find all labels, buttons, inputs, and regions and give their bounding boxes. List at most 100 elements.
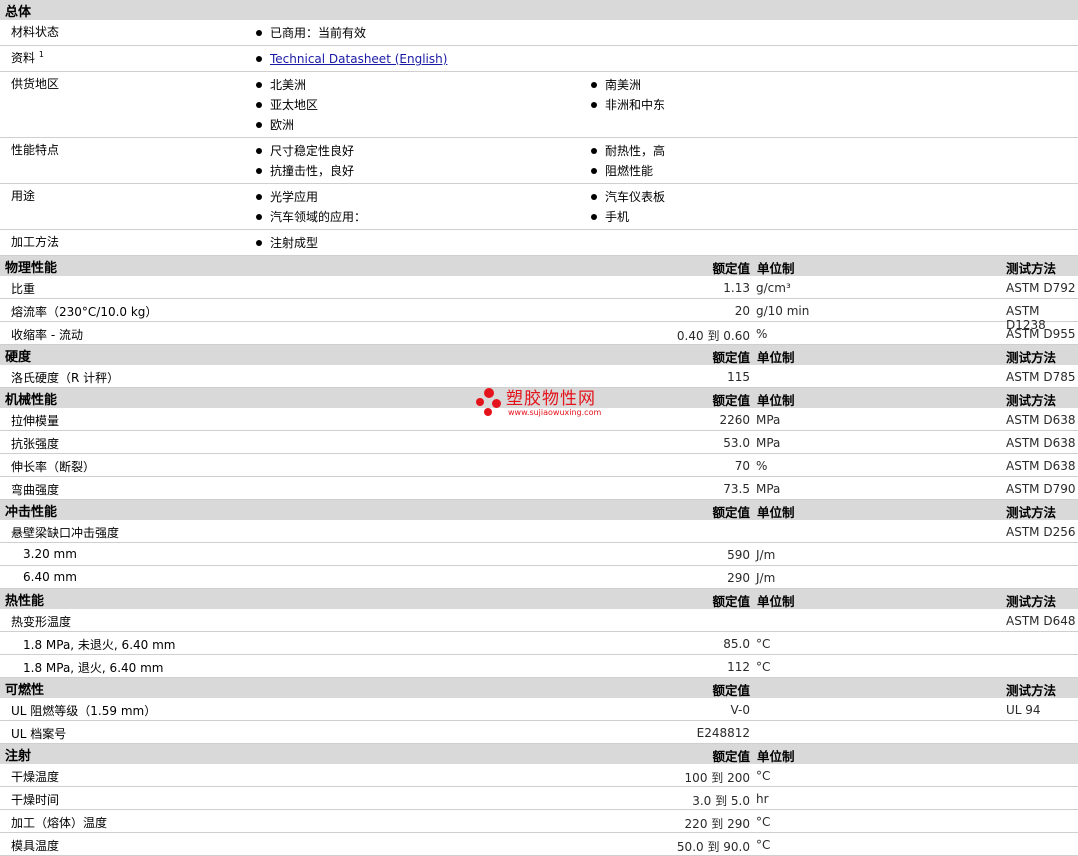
property-name: 干燥温度 <box>11 770 60 784</box>
row-values: 已商用：当前有效 <box>250 23 1078 43</box>
nominal-header: 额定值 <box>712 749 750 764</box>
nominal-header: 额定值 <box>712 350 750 365</box>
test-method: UL 94 <box>1006 703 1041 717</box>
property-name: 3.20 mm <box>23 547 77 561</box>
section-header: 硬度 额定值 单位制 测试方法 <box>0 345 1078 365</box>
list-item-text: 亚太地区 <box>270 98 319 112</box>
general-row: 资料 1 Technical Datasheet (English) <box>0 46 1078 72</box>
row-label: 材料状态 <box>0 23 250 43</box>
section-title: 总体 <box>5 4 32 20</box>
nominal-header: 额定值 <box>712 683 750 698</box>
general-rows: 材料状态 已商用：当前有效资料 1 Technical Datasheet (Eng… <box>0 20 1078 256</box>
nominal-header: 额定值 <box>712 261 750 276</box>
unit-header: 单位制 <box>757 594 795 609</box>
property-name: 6.40 mm <box>23 570 77 584</box>
nominal-header: 额定值 <box>712 393 750 408</box>
watermark-logo: 塑胶物性网 www.sujiaowuxing.com <box>476 388 601 418</box>
list-item-text: 光学应用 <box>270 190 319 204</box>
datasheet-link[interactable]: Technical Datasheet (English) <box>270 49 447 69</box>
property-unit: °C <box>756 637 771 651</box>
test-method-header: 测试方法 <box>1006 393 1057 408</box>
property-value: 3.0 到 5.0 <box>692 794 750 808</box>
list-item-text: 抗撞击性，良好 <box>270 164 355 178</box>
list-item: 欧洲 <box>250 115 585 135</box>
test-method-header: 测试方法 <box>1006 683 1057 698</box>
row-label: 用途 <box>0 187 250 227</box>
property-value: E248812 <box>696 726 750 740</box>
property-name: 加工（熔体）温度 <box>11 816 108 830</box>
bullet-icon <box>256 102 262 108</box>
property-name: 拉伸模量 <box>11 414 60 428</box>
row-label: 加工方法 <box>0 233 250 253</box>
bullet-icon <box>591 102 597 108</box>
list-item-text: 阻燃性能 <box>605 164 654 178</box>
bullet-icon <box>591 148 597 154</box>
property-name: 悬壁梁缺口冲击强度 <box>11 526 120 540</box>
bullet-icon <box>256 56 262 62</box>
property-unit: MPa <box>756 482 781 496</box>
property-value: 100 到 200 <box>684 771 750 785</box>
property-row: 1.8 MPa, 退火, 6.40 mm 112 °C <box>0 655 1078 678</box>
nominal-header: 额定值 <box>712 594 750 609</box>
property-value: V-0 <box>730 703 750 717</box>
list-item: 非洲和中东 <box>585 95 920 115</box>
section-header: 热性能 额定值 单位制 测试方法 <box>0 589 1078 609</box>
row-label-text: 性能特点 <box>11 143 60 157</box>
property-row: 加工（熔体）温度 220 到 290 °C <box>0 810 1078 833</box>
test-method: ASTM D648 <box>1006 614 1076 628</box>
row-label-text: 材料状态 <box>11 25 60 39</box>
bullet-icon <box>256 194 262 200</box>
property-row: 熔流率（230°C/10.0 kg） 20 g/10 min ASTM D1238 <box>0 299 1078 332</box>
section-header: 冲击性能 额定值 单位制 测试方法 <box>0 500 1078 520</box>
property-name: 模具温度 <box>11 839 60 853</box>
property-name: 熔流率（230°C/10.0 kg） <box>11 305 158 319</box>
bullet-icon <box>591 194 597 200</box>
property-value: 590 <box>727 548 750 562</box>
list-item: 光学应用 <box>250 187 585 207</box>
bullet-icon <box>256 122 262 128</box>
property-value: 73.5 <box>723 482 750 496</box>
list-item-text: 手机 <box>605 210 630 224</box>
test-method-header: 测试方法 <box>1006 505 1057 520</box>
list-item: 阻燃性能 <box>585 161 920 181</box>
property-row: 抗张强度 53.0 MPa ASTM D638 <box>0 431 1078 454</box>
datasheet: 总体 材料状态 已商用：当前有效资料 1 Technical Datasheet (… <box>0 0 1078 856</box>
list-item-text: 南美洲 <box>605 78 642 92</box>
row-values: 尺寸稳定性良好 耐热性，高 抗撞击性，良好 阻燃性能 <box>250 141 1078 181</box>
property-value: 112 <box>727 660 750 674</box>
list-item-text: 欧洲 <box>270 118 295 132</box>
general-row: 用途 光学应用 汽车仪表板 汽车领域的应用： 手机 <box>0 184 1078 230</box>
list-item-text: 非洲和中东 <box>605 98 666 112</box>
test-method: ASTM D638 <box>1006 436 1076 450</box>
property-unit: °C <box>756 838 771 852</box>
property-row: 3.20 mm 590 J/m <box>0 543 1078 566</box>
bullet-icon <box>591 214 597 220</box>
unit-header: 单位制 <box>757 261 795 276</box>
test-method-header: 测试方法 <box>1006 594 1057 609</box>
property-name: 热变形温度 <box>11 615 72 629</box>
list-item: 汽车仪表板 <box>585 187 920 207</box>
test-method: ASTM D785 <box>1006 370 1076 384</box>
property-value: 2260 <box>719 413 750 427</box>
list-item: 北美洲 <box>250 75 585 95</box>
list-item-text: 北美洲 <box>270 78 307 92</box>
row-values: 注射成型 <box>250 233 1078 253</box>
test-method: ASTM D638 <box>1006 459 1076 473</box>
property-row: 1.8 MPa, 未退火, 6.40 mm 85.0 °C <box>0 632 1078 655</box>
property-name: UL 档案号 <box>11 727 67 741</box>
bullet-icon <box>256 30 262 36</box>
row-values: 北美洲 南美洲亚太地区 非洲和中东欧洲 <box>250 75 1078 135</box>
general-row: 加工方法 注射成型 <box>0 230 1078 256</box>
property-name: 1.8 MPa, 退火, 6.40 mm <box>23 661 164 675</box>
section-title: 硬度 <box>5 349 32 365</box>
property-value: 0.40 到 0.60 <box>676 329 750 343</box>
property-unit: °C <box>756 660 771 674</box>
section-header: 可燃性 额定值 测试方法 <box>0 678 1078 698</box>
property-value: 20 <box>734 304 750 318</box>
bullet-icon <box>256 148 262 154</box>
property-row: 洛氏硬度（R 计秤） 115 ASTM D785 <box>0 365 1078 388</box>
list-item: 南美洲 <box>585 75 920 95</box>
property-name: 弯曲强度 <box>11 483 60 497</box>
general-row: 供货地区 北美洲 南美洲 亚太地区 非洲和中东 欧洲 <box>0 72 1078 138</box>
test-method: ASTM D955 <box>1006 327 1076 341</box>
